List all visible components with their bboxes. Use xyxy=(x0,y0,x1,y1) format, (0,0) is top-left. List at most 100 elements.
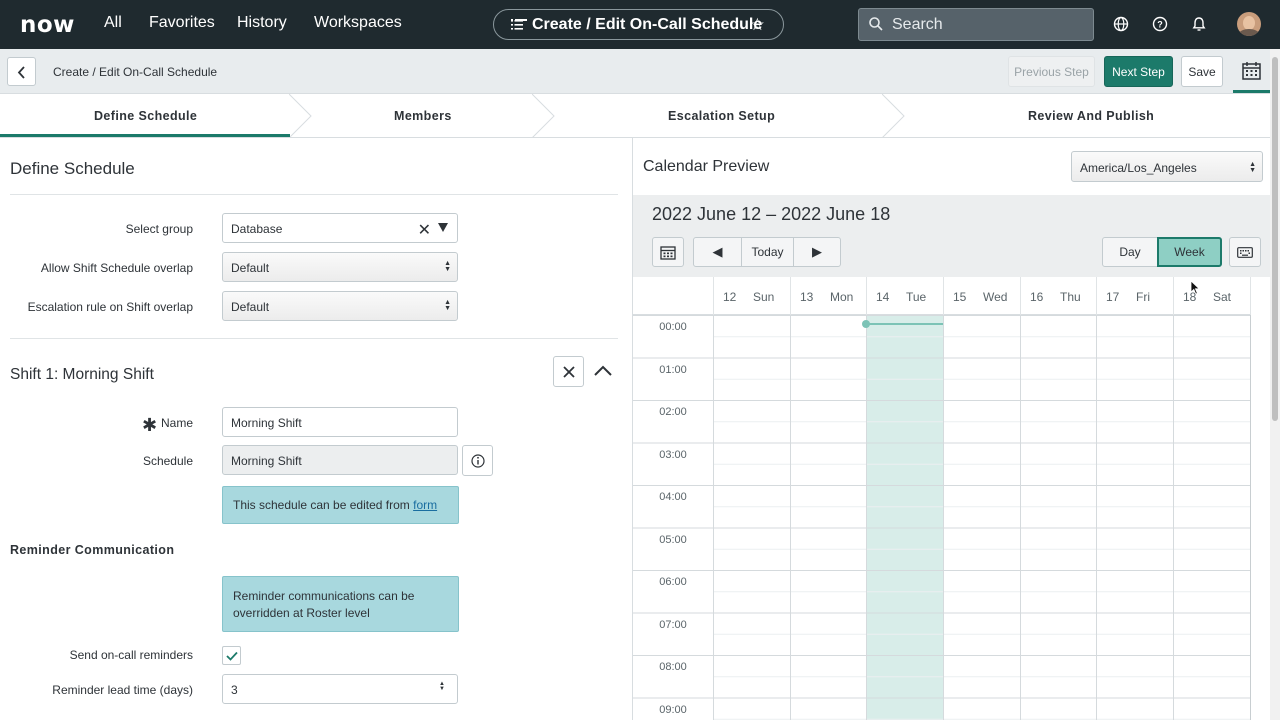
search-icon xyxy=(869,17,883,31)
schedule-note-text: This schedule can be edited from xyxy=(233,498,410,512)
send-reminders-checkbox[interactable] xyxy=(222,646,241,665)
send-reminders-label: Send on-call reminders xyxy=(69,648,193,662)
day-view-button[interactable]: Day xyxy=(1102,237,1158,267)
previous-step-button[interactable]: Previous Step xyxy=(1008,56,1095,87)
escalation-select[interactable]: Default ▲ ▼ xyxy=(222,291,458,321)
day-header-divider xyxy=(1096,277,1097,315)
svg-text:?: ? xyxy=(1157,20,1163,30)
wizard-steps: Define Schedule Members Escalation Setup… xyxy=(0,94,1270,138)
week-view-button[interactable]: Week xyxy=(1157,237,1222,267)
day-header-number: 13 xyxy=(800,290,814,304)
nav-favorites[interactable]: Favorites xyxy=(149,14,215,32)
next-step-button[interactable]: Next Step xyxy=(1104,56,1173,87)
schedule-form-link[interactable]: form xyxy=(413,498,437,512)
active-step-indicator xyxy=(0,134,290,137)
day-header-name: Sat xyxy=(1213,290,1232,304)
context-title: Create / Edit On-Call Schedule xyxy=(532,16,763,33)
hour-label: 06:00 xyxy=(659,576,687,588)
day-header-number: 16 xyxy=(1030,290,1044,304)
day-header-divider xyxy=(790,277,791,315)
day-header-number: 15 xyxy=(953,290,967,304)
schedule-info-button[interactable] xyxy=(462,445,493,476)
keyboard-button[interactable] xyxy=(1229,237,1261,267)
name-input[interactable]: Morning Shift xyxy=(222,407,458,437)
escalation-label: Escalation rule on Shift overlap xyxy=(27,300,193,314)
nav-all[interactable]: All xyxy=(104,14,122,32)
day-header-divider xyxy=(713,277,714,315)
overlap-label: Allow Shift Schedule overlap xyxy=(40,261,193,275)
escalation-value: Default xyxy=(231,300,270,314)
hour-label: 07:00 xyxy=(659,618,687,631)
day-header-name: Fri xyxy=(1136,290,1150,304)
checkmark-icon xyxy=(226,651,238,661)
nav-history[interactable]: History xyxy=(237,14,287,32)
page-scrollbar[interactable] xyxy=(1270,49,1280,720)
clear-icon[interactable]: ✕ xyxy=(418,220,431,240)
today-button[interactable]: Today xyxy=(741,237,794,267)
lead-time-input[interactable]: 3 ▲ ▼ xyxy=(222,674,458,704)
reminder-section-title: Reminder Communication xyxy=(10,543,175,557)
day-header-name: Tue xyxy=(906,290,927,304)
number-spinner-icon[interactable]: ▲ ▼ xyxy=(439,681,445,692)
hour-label: 05:00 xyxy=(659,533,687,546)
step-define-schedule[interactable]: Define Schedule xyxy=(94,109,197,123)
remove-shift-button[interactable] xyxy=(553,356,584,387)
date-picker-button[interactable] xyxy=(652,237,684,267)
day-header-number: 17 xyxy=(1106,290,1120,304)
calendar-grid-lines xyxy=(633,315,1251,720)
reminder-note: Reminder communications can be overridde… xyxy=(222,576,459,632)
timezone-select[interactable]: America/Los_Angeles ▲ ▼ xyxy=(1071,151,1263,182)
hour-label: 08:00 xyxy=(659,661,687,673)
step-members[interactable]: Members xyxy=(394,109,452,123)
user-avatar[interactable] xyxy=(1237,12,1261,36)
schedule-label: Schedule xyxy=(142,454,193,468)
back-button[interactable] xyxy=(7,57,36,86)
shift-title: Shift 1: Morning Shift xyxy=(10,366,154,383)
schedule-field: Morning Shift xyxy=(222,445,458,475)
day-header-divider xyxy=(1173,277,1174,315)
day-header-name: Wed xyxy=(983,290,1008,304)
hour-label: 00:00 xyxy=(659,321,687,333)
dropdown-caret-icon[interactable] xyxy=(438,223,448,232)
step-escalation-setup[interactable]: Escalation Setup xyxy=(668,109,775,123)
next-week-button[interactable]: ▶ xyxy=(793,237,841,267)
favorite-star-icon[interactable]: ☆ xyxy=(750,15,765,35)
hour-label: 04:00 xyxy=(659,491,687,503)
list-icon-svg xyxy=(511,20,523,30)
step-review-and-publish[interactable]: Review And Publish xyxy=(1028,109,1154,123)
name-value: Morning Shift xyxy=(231,416,302,430)
hour-label: 03:00 xyxy=(659,448,687,461)
triangle-right-icon: ▶ xyxy=(812,244,822,259)
day-header-number: 12 xyxy=(723,290,737,304)
previous-week-button[interactable]: ◀ xyxy=(693,237,742,267)
save-button[interactable]: Save xyxy=(1181,56,1223,87)
schedule-value: Morning Shift xyxy=(231,454,302,468)
calendar-week-grid: 00:00 01:00 02:00 03:00 04:00 05:00 06:00 07:00… xyxy=(633,315,1251,720)
day-header-name: Mon xyxy=(830,290,854,304)
today-column-highlight xyxy=(866,315,943,720)
calendar-toolbar: 2022 June 12 – 2022 June 18 ◀ Today ▶ Da… xyxy=(633,195,1271,277)
scrollbar-thumb[interactable] xyxy=(1272,57,1278,421)
current-time-dot xyxy=(862,320,870,328)
lead-time-value: 3 xyxy=(231,683,238,697)
lead-time-label: Reminder lead time (days) xyxy=(52,683,193,697)
nav-workspaces[interactable]: Workspaces xyxy=(314,14,402,32)
context-title-pill[interactable]: Create / Edit On-Call Schedule ☆ xyxy=(493,9,784,40)
divider xyxy=(10,194,618,195)
notifications-bell-icon[interactable] xyxy=(1190,15,1208,33)
global-search-input[interactable]: Search xyxy=(858,8,1094,41)
overlap-select[interactable]: Default ▲ ▼ xyxy=(222,252,458,282)
day-header-divider xyxy=(943,277,944,315)
calendar-toggle-button[interactable] xyxy=(1233,49,1270,93)
servicenow-logo[interactable]: now xyxy=(20,12,75,38)
calendar-day-header: 12 Sun 13 Mon 14 Tue 15 Wed 16 Thu 17 Fri 18 Sat xyxy=(633,277,1251,315)
select-group-field[interactable]: Database ✕ xyxy=(222,213,458,243)
globe-icon[interactable] xyxy=(1112,15,1130,33)
divider xyxy=(10,338,618,339)
day-header-name: Sun xyxy=(753,290,775,304)
day-header-divider xyxy=(1250,277,1251,315)
help-icon[interactable]: ? xyxy=(1151,15,1169,33)
chevron-up-icon[interactable] xyxy=(594,365,612,376)
name-label: Name xyxy=(160,416,193,430)
close-icon xyxy=(563,366,575,378)
